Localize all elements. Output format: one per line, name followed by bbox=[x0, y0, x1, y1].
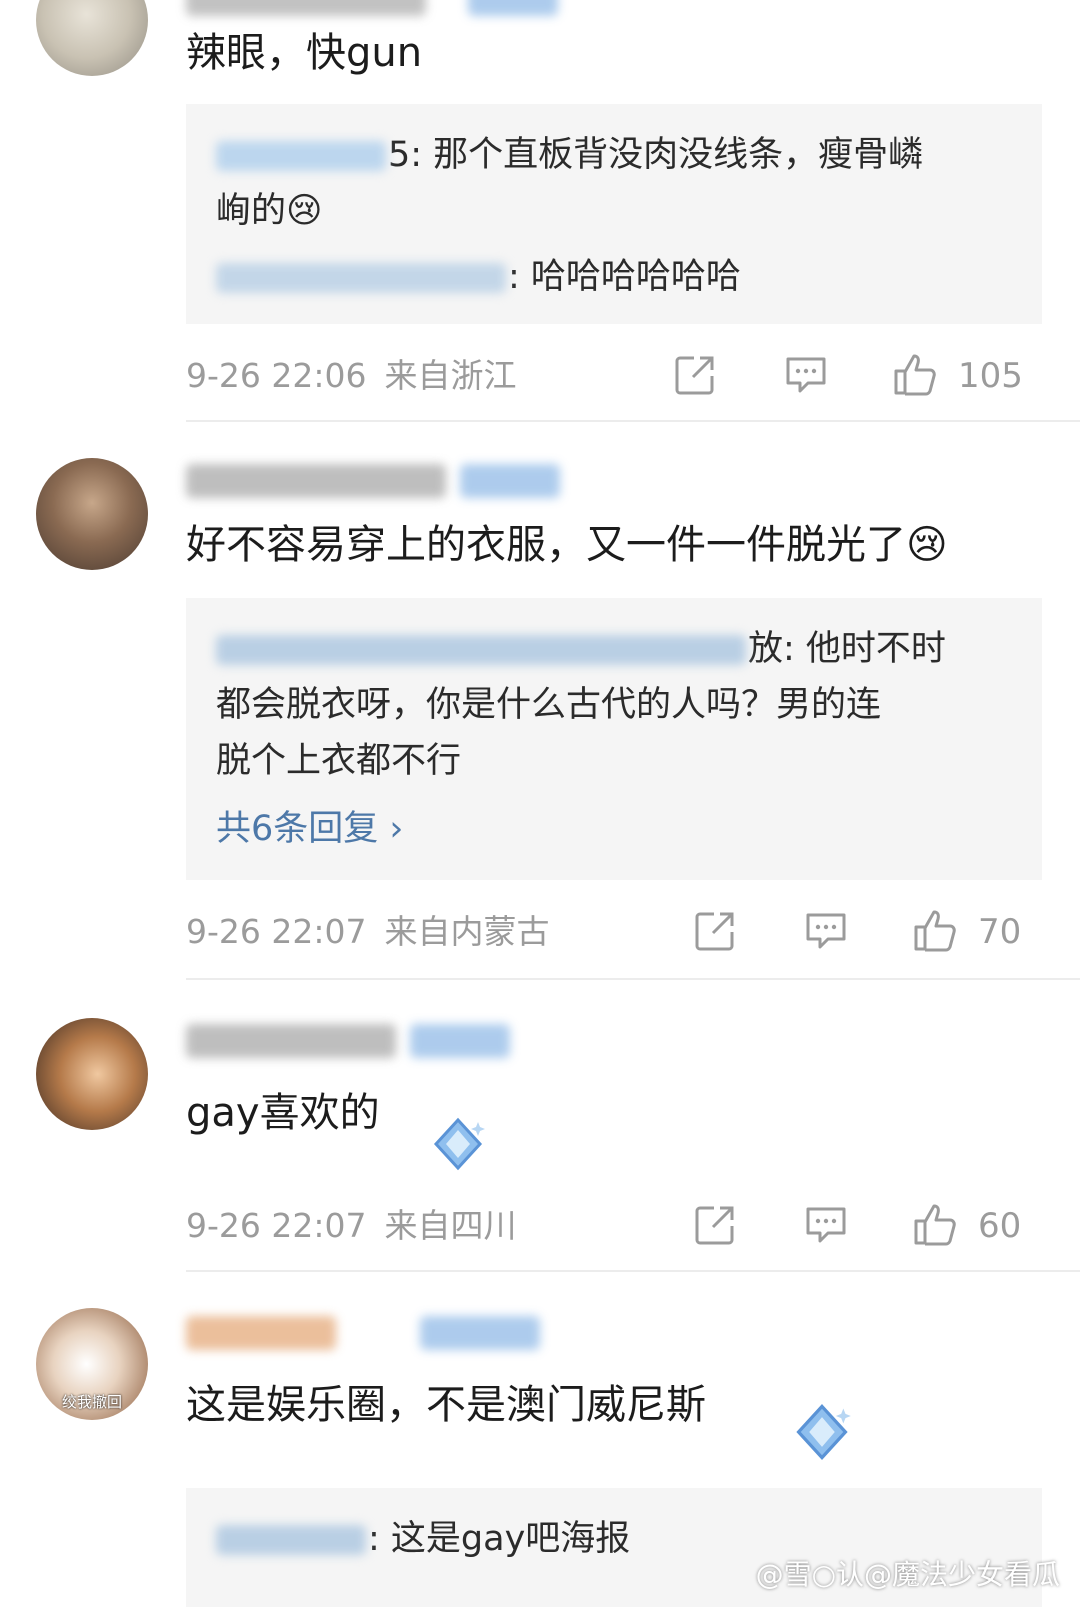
location: 来自浙江 bbox=[384, 356, 517, 395]
comment-meta: 9-26 22:07 来自内蒙古 bbox=[186, 912, 568, 952]
reply-line-cont: 峋的😢 bbox=[216, 191, 323, 231]
timestamp: 9-26 22:06 bbox=[186, 356, 367, 395]
avatar[interactable]: 绞我撤回 bbox=[36, 1308, 148, 1420]
user-badge bbox=[420, 1316, 540, 1350]
comment-text: 这是娱乐圈，不是澳门威尼斯 bbox=[186, 1382, 706, 1428]
reply-username[interactable] bbox=[216, 141, 386, 171]
comment-icon[interactable] bbox=[804, 910, 848, 952]
reply-username[interactable] bbox=[216, 1525, 366, 1555]
diamond-sticker-icon bbox=[428, 1114, 488, 1178]
share-icon[interactable] bbox=[694, 910, 736, 952]
reply-line: : 这是gay吧海报 bbox=[216, 1516, 630, 1562]
comment-item: 辣眼，快gun 5: 那个直板背没肉没线条，瘦骨嶙 峋的😢 : 哈哈哈哈哈哈 9… bbox=[0, 0, 1080, 422]
timestamp: 9-26 22:07 bbox=[186, 912, 367, 951]
reply-line-cont: 脱个上衣都不行 bbox=[216, 741, 462, 781]
avatar-tag: 绞我撤回 bbox=[61, 1393, 122, 1411]
comment-text: 辣眼，快gun bbox=[186, 30, 423, 76]
user-badge bbox=[460, 464, 560, 498]
username[interactable] bbox=[186, 1316, 336, 1350]
comment-item: gay喜欢的 9-26 22:07 来自四川 60 bbox=[0, 980, 1080, 1272]
more-replies-link[interactable]: 共6条回复 › bbox=[216, 806, 403, 852]
like-count: 105 bbox=[958, 356, 1023, 396]
location: 来自内蒙古 bbox=[384, 912, 550, 951]
timestamp: 9-26 22:07 bbox=[186, 1206, 367, 1245]
avatar[interactable] bbox=[36, 1018, 148, 1130]
username[interactable] bbox=[186, 1024, 396, 1058]
avatar[interactable] bbox=[36, 0, 148, 76]
like-icon[interactable] bbox=[892, 352, 938, 396]
share-icon[interactable] bbox=[674, 354, 716, 396]
share-icon[interactable] bbox=[694, 1204, 736, 1246]
like-count: 60 bbox=[978, 1206, 1022, 1246]
user-badge bbox=[410, 1024, 510, 1058]
comment-item: 好不容易穿上的衣服，又一件一件脱光了😢 放: 他时不时 都会脱衣呀，你是什么古代… bbox=[0, 422, 1080, 980]
username[interactable] bbox=[186, 0, 426, 16]
reply-username[interactable] bbox=[216, 635, 746, 665]
reply-username[interactable] bbox=[216, 263, 506, 293]
comment-text: gay喜欢的 bbox=[186, 1090, 380, 1136]
user-badge bbox=[468, 0, 558, 16]
reply-box[interactable]: 5: 那个直板背没肉没线条，瘦骨嶙 峋的😢 : 哈哈哈哈哈哈 bbox=[186, 104, 1042, 324]
watermark: @雪○认@魔法少女看瓜 bbox=[755, 1558, 1060, 1591]
comment-icon[interactable] bbox=[804, 1204, 848, 1246]
comment-icon[interactable] bbox=[784, 354, 828, 396]
reply-line: : 哈哈哈哈哈哈 bbox=[216, 254, 741, 300]
reply-line: 放: 他时不时 bbox=[216, 626, 946, 672]
reply-line: 5: 那个直板背没肉没线条，瘦骨嶙 bbox=[216, 132, 923, 178]
location: 来自四川 bbox=[384, 1206, 517, 1245]
username[interactable] bbox=[186, 464, 446, 498]
comment-text: 好不容易穿上的衣服，又一件一件脱光了😢 bbox=[186, 522, 948, 568]
avatar[interactable] bbox=[36, 458, 148, 570]
like-icon[interactable] bbox=[912, 908, 958, 952]
comment-meta: 9-26 22:06 来自浙江 bbox=[186, 356, 535, 396]
diamond-sticker-icon bbox=[790, 1400, 854, 1468]
comment-meta: 9-26 22:07 来自四川 bbox=[186, 1206, 535, 1246]
like-count: 70 bbox=[978, 912, 1022, 952]
like-icon[interactable] bbox=[912, 1202, 958, 1246]
reply-box[interactable]: 放: 他时不时 都会脱衣呀，你是什么古代的人吗？男的连 脱个上衣都不行 共6条回… bbox=[186, 598, 1042, 880]
reply-line-cont: 都会脱衣呀，你是什么古代的人吗？男的连 bbox=[216, 685, 882, 725]
